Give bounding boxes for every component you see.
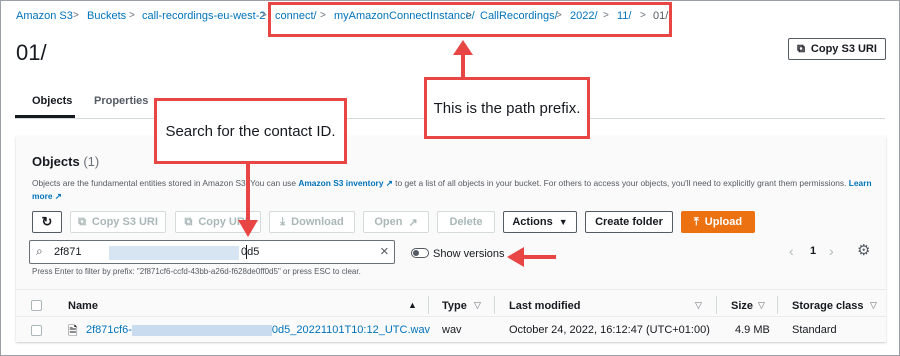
arrow-head-left <box>507 247 524 267</box>
arrow-head-up <box>453 40 473 55</box>
arrow-head-down <box>238 220 258 237</box>
annotation-arrows <box>238 40 556 267</box>
